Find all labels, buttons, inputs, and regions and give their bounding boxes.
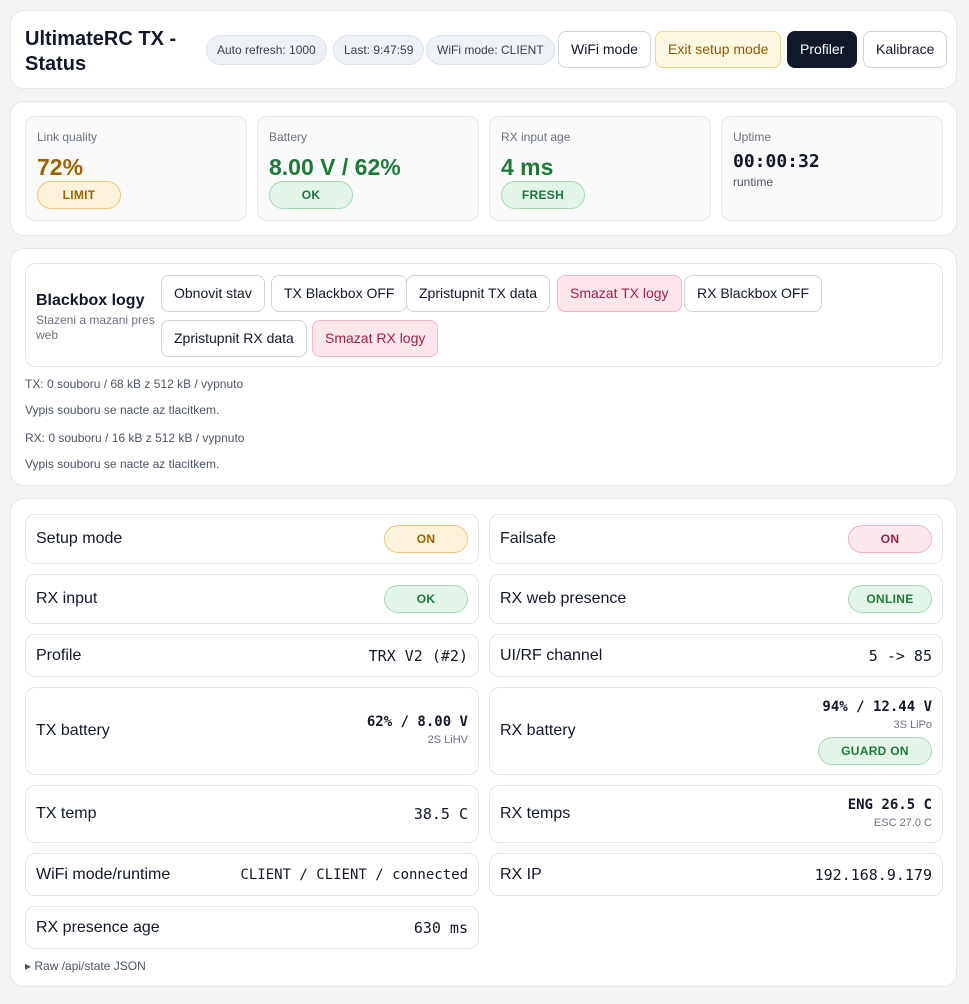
row-sub-value: 2S LiHV: [427, 734, 468, 746]
row-failsafe: Failsafe ON: [489, 514, 943, 564]
tx-delete-logs-button[interactable]: Smazat TX logy: [557, 275, 682, 312]
row-value: 62% / 8.00 V: [366, 714, 468, 730]
row-sub-value: 3S LiPo: [893, 719, 932, 731]
row-rx-ip: RX IP 192.168.9.179: [489, 853, 943, 896]
blackbox-controls: Blackbox logy Stazeni a mazani pres web …: [25, 263, 943, 367]
rx-data-button[interactable]: Zpristupnit RX data: [161, 320, 307, 357]
row-label: RX battery: [500, 722, 576, 739]
tx-blackbox-note: Vypis souboru se nacte az tlacitkem.: [25, 403, 220, 417]
row-rx-presence-age: RX presence age 630 ms: [25, 906, 479, 949]
rx-blackbox-info: RX: 0 souboru / 16 kB z 512 kB / vypnuto: [25, 431, 245, 445]
auto-refresh-pill: Auto refresh: 1000: [206, 35, 327, 65]
row-rx-web-presence: RX web presence ONLINE: [489, 574, 943, 624]
row-value: 630 ms: [413, 918, 468, 937]
blackbox-description: Stazeni a mazani pres web: [36, 313, 155, 342]
row-value: ENG 26.5 C: [847, 797, 932, 813]
stat-label: Link quality: [37, 130, 98, 144]
wifi-mode-pill: WiFi mode: CLIENT: [426, 35, 555, 65]
kalibrace-button[interactable]: Kalibrace: [863, 31, 948, 68]
row-channel: UI/RF channel 5 -> 85: [489, 634, 943, 677]
guard-badge: GUARD ON: [818, 737, 932, 765]
row-value: 5 -> 85: [868, 646, 932, 665]
status-badge: FRESH: [501, 181, 585, 209]
rx-delete-logs-button[interactable]: Smazat RX logy: [312, 320, 439, 357]
stat-label: RX input age: [501, 130, 571, 144]
blackbox-card: Blackbox logy Stazeni a mazani pres web …: [10, 248, 957, 486]
stat-rx-input-age: RX input age 4 ms FRESH: [489, 116, 711, 221]
stat-label: Uptime: [733, 130, 772, 144]
row-rx-temps: RX temps ENG 26.5 C ESC 27.0 C: [489, 785, 943, 843]
tx-data-button[interactable]: Zpristupnit TX data: [406, 275, 551, 312]
row-label: RX web presence: [500, 590, 627, 607]
row-profile: Profile TRX V2 (#2): [25, 634, 479, 677]
row-label: TX temp: [36, 805, 97, 822]
stat-value: 8.00 V / 62%: [269, 154, 401, 180]
row-label: RX presence age: [36, 918, 160, 936]
stat-uptime: Uptime 00:00:32 runtime: [721, 116, 943, 221]
stat-battery: Battery 8.00 V / 62% OK: [257, 116, 479, 221]
stat-label: Battery: [269, 130, 308, 144]
header-card: UltimateRC TX - Status Auto refresh: 100…: [10, 10, 957, 89]
row-tx-battery: TX battery 62% / 8.00 V 2S LiHV: [25, 687, 479, 775]
row-value: CLIENT / CLIENT / connected: [240, 866, 468, 883]
row-value: TRX V2 (#2): [368, 646, 468, 665]
tx-blackbox-off-button[interactable]: TX Blackbox OFF: [271, 275, 408, 312]
rx-blackbox-note: Vypis souboru se nacte az tlacitkem.: [25, 457, 220, 471]
status-badge: ON: [848, 525, 932, 553]
row-label: RX input: [36, 590, 98, 607]
rx-blackbox-off-button[interactable]: RX Blackbox OFF: [684, 275, 823, 312]
stat-link-quality: Link quality 72% LIMIT: [25, 116, 247, 221]
row-rx-input: RX input OK: [25, 574, 479, 624]
status-badge: OK: [269, 181, 353, 209]
stats-card: Link quality 72% LIMIT Battery 8.00 V / …: [10, 101, 957, 236]
tx-blackbox-info: TX: 0 souboru / 68 kB z 512 kB / vypnuto: [25, 377, 244, 391]
row-sub-value: ESC 27.0 C: [873, 817, 932, 829]
row-rx-battery: RX battery 94% / 12.44 V 3S LiPo GUARD O…: [489, 687, 943, 775]
blackbox-title: Blackbox logy: [36, 292, 145, 309]
stat-sub: runtime: [733, 175, 774, 189]
row-value: 94% / 12.44 V: [822, 699, 932, 715]
rx-temps-values: ENG 26.5 C ESC 27.0 C: [848, 797, 932, 829]
row-value: 38.5 C: [413, 805, 468, 823]
status-badge: OK: [384, 585, 468, 613]
page-title: UltimateRC TX - Status: [25, 28, 177, 75]
raw-json-toggle[interactable]: ▸ Raw /api/state JSON: [25, 959, 146, 973]
row-label: RX IP: [500, 865, 542, 883]
row-setup-mode: Setup mode ON: [25, 514, 479, 564]
row-value: 192.168.9.179: [814, 865, 932, 884]
row-label: UI/RF channel: [500, 646, 603, 664]
row-wifi-runtime: WiFi mode/runtime CLIENT / CLIENT / conn…: [25, 853, 479, 896]
status-badge: LIMIT: [37, 181, 121, 209]
refresh-state-button[interactable]: Obnovit stav: [161, 275, 265, 312]
exit-setup-mode-button[interactable]: Exit setup mode: [655, 31, 782, 68]
stat-value: 4 ms: [501, 154, 554, 180]
row-label: Profile: [36, 646, 82, 664]
status-badge: ON: [384, 525, 468, 553]
last-update-pill: Last: 9:47:59: [333, 35, 425, 65]
stat-value: 72%: [37, 154, 84, 180]
row-label: TX battery: [36, 722, 110, 739]
rx-battery-values: 94% / 12.44 V 3S LiPo: [822, 699, 932, 731]
row-label: Failsafe: [500, 530, 557, 547]
status-badge: ONLINE: [848, 585, 932, 613]
row-tx-temp: TX temp 38.5 C: [25, 785, 479, 843]
tx-battery-values: 62% / 8.00 V 2S LiHV: [367, 714, 468, 746]
wifi-mode-button[interactable]: WiFi mode: [558, 31, 651, 68]
stat-value: 00:00:32: [733, 151, 820, 172]
status-card: Setup mode ON Failsafe ON RX input OK RX…: [10, 498, 957, 987]
row-label: RX temps: [500, 805, 571, 822]
row-label: Setup mode: [36, 530, 123, 547]
row-label: WiFi mode/runtime: [36, 865, 171, 883]
profiler-button[interactable]: Profiler: [787, 31, 858, 68]
